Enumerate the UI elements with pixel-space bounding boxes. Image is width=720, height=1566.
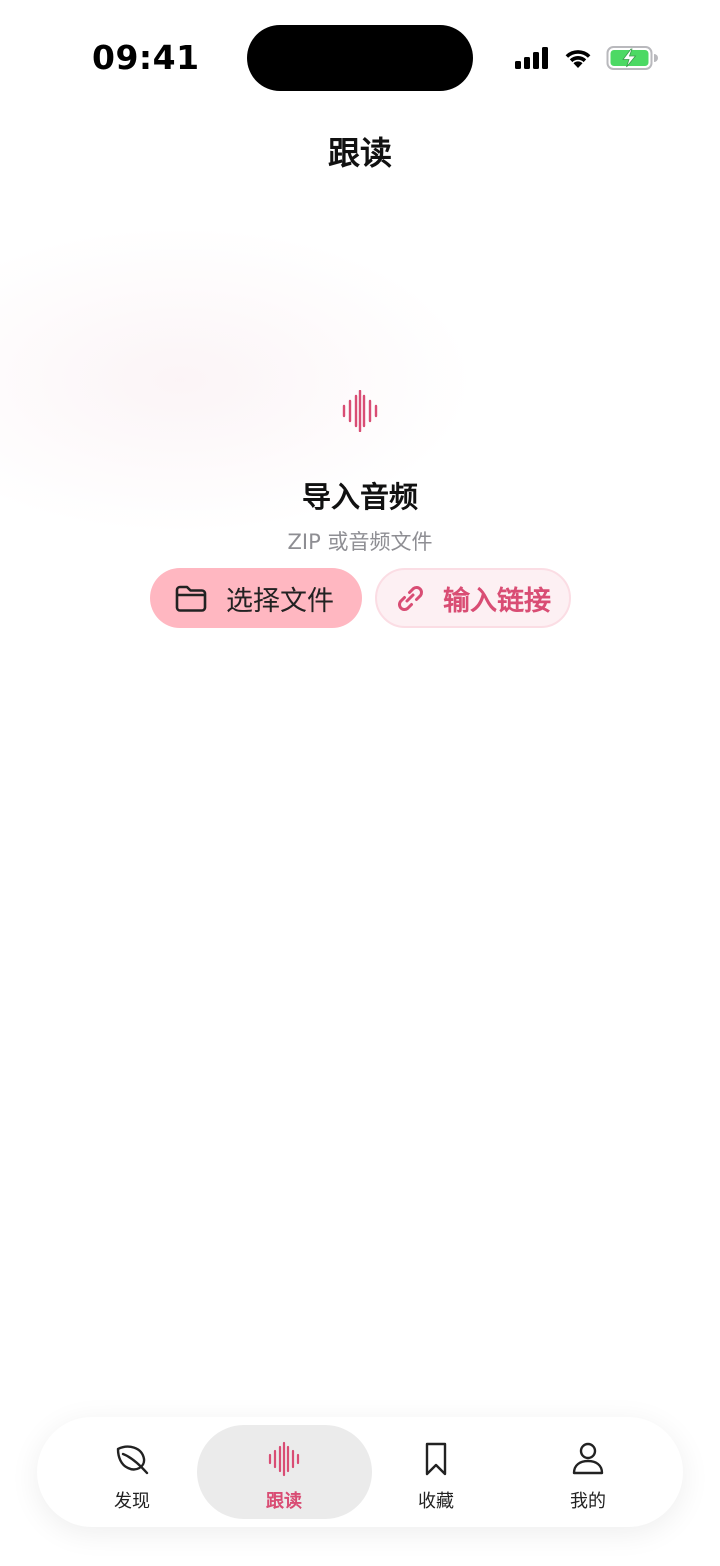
folder-icon — [175, 585, 207, 612]
battery-charging-icon — [606, 46, 658, 70]
enter-link-button[interactable]: 输入链接 — [375, 568, 571, 628]
cellular-signal-icon — [515, 47, 548, 69]
bookmark-icon — [425, 1442, 447, 1476]
tab-discover[interactable]: 发现 — [56, 1417, 208, 1527]
link-icon — [398, 586, 423, 611]
wifi-icon — [565, 50, 591, 68]
tab-label: 我的 — [570, 1491, 606, 1512]
tab-shadowing[interactable]: 跟读 — [208, 1417, 360, 1527]
tab-label: 跟读 — [266, 1491, 302, 1512]
audio-waveform-icon — [342, 390, 378, 432]
import-title: 导入音频 — [301, 480, 418, 514]
choose-file-label: 选择文件 — [226, 585, 334, 617]
choose-file-button[interactable]: 选择文件 — [150, 568, 362, 628]
enter-link-label: 输入链接 — [443, 585, 551, 617]
status-bar: 09:41 — [0, 0, 720, 110]
status-time: 09:41 — [92, 38, 200, 77]
tab-label: 收藏 — [418, 1491, 454, 1512]
import-subtitle: ZIP 或音频文件 — [287, 530, 433, 554]
page-title: 跟读 — [327, 134, 392, 172]
audio-waveform-icon — [268, 1441, 300, 1477]
person-icon — [572, 1442, 604, 1475]
tab-bar: 发现 跟读 收藏 我的 — [37, 1417, 683, 1527]
tab-profile[interactable]: 我的 — [512, 1417, 664, 1527]
tab-favorites[interactable]: 收藏 — [360, 1417, 512, 1527]
leaf-icon — [116, 1445, 149, 1475]
tab-label: 发现 — [114, 1491, 150, 1512]
status-icons — [514, 40, 658, 76]
dynamic-island — [247, 25, 473, 91]
